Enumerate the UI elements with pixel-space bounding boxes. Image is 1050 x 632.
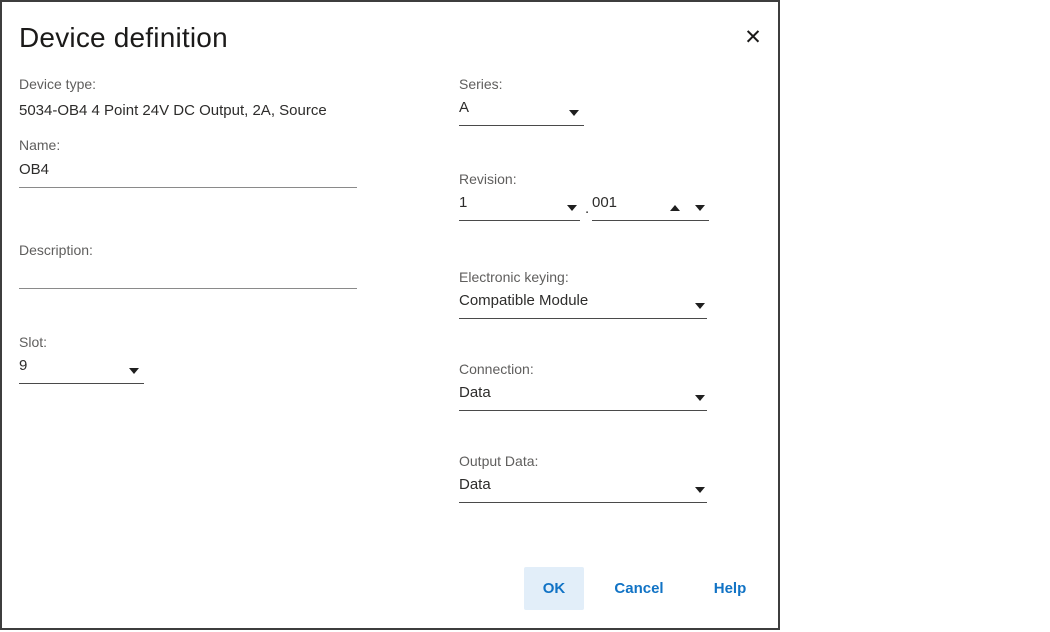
description-input[interactable]: [19, 263, 357, 289]
dropdown-arrow-icon: [695, 395, 705, 401]
revision-major-dropdown[interactable]: 1: [459, 192, 580, 221]
name-field: Name:: [19, 135, 357, 188]
spinner-up-icon[interactable]: [670, 205, 680, 211]
dialog-title: Device definition: [19, 22, 228, 54]
series-value: A: [459, 99, 469, 116]
close-icon[interactable]: ✕: [738, 22, 768, 52]
electronic-keying-label: Electronic keying:: [459, 267, 707, 287]
device-definition-dialog: Device definition ✕ Device type: 5034-OB…: [0, 0, 780, 630]
series-field: Series: A: [459, 74, 584, 126]
dropdown-arrow-icon: [569, 110, 579, 116]
revision-minor-spinner[interactable]: 001: [592, 192, 709, 221]
revision-major-field: Revision: 1: [459, 169, 580, 221]
revision-separator: .: [585, 200, 589, 217]
connection-dropdown[interactable]: Data: [459, 382, 707, 411]
device-type-field: Device type: 5034-OB4 4 Point 24V DC Out…: [19, 74, 439, 122]
connection-value: Data: [459, 384, 491, 401]
dropdown-arrow-icon: [567, 205, 577, 211]
name-input[interactable]: [19, 158, 357, 188]
dropdown-arrow-icon: [695, 303, 705, 309]
series-dropdown[interactable]: A: [459, 97, 584, 126]
ok-button[interactable]: OK: [524, 567, 584, 610]
dropdown-arrow-icon: [695, 487, 705, 493]
connection-field: Connection: Data: [459, 359, 707, 411]
connection-label: Connection:: [459, 359, 707, 379]
output-data-dropdown[interactable]: Data: [459, 474, 707, 503]
electronic-keying-dropdown[interactable]: Compatible Module: [459, 290, 707, 319]
electronic-keying-field: Electronic keying: Compatible Module: [459, 267, 707, 319]
output-data-label: Output Data:: [459, 451, 707, 471]
slot-label: Slot:: [19, 332, 144, 352]
cancel-button[interactable]: Cancel: [597, 567, 681, 610]
output-data-value: Data: [459, 476, 491, 493]
spinner-down-icon[interactable]: [695, 205, 705, 211]
description-label: Description:: [19, 240, 357, 260]
name-label: Name:: [19, 135, 357, 155]
dropdown-arrow-icon: [129, 368, 139, 374]
output-data-field: Output Data: Data: [459, 451, 707, 503]
slot-field: Slot: 9: [19, 332, 144, 384]
slot-value: 9: [19, 357, 27, 374]
device-type-value: 5034-OB4 4 Point 24V DC Output, 2A, Sour…: [19, 100, 439, 122]
revision-major-value: 1: [459, 194, 467, 211]
revision-minor-value: 001: [592, 194, 617, 211]
series-label: Series:: [459, 74, 584, 94]
device-type-label: Device type:: [19, 74, 439, 94]
revision-minor-field: 001: [592, 169, 709, 221]
slot-dropdown[interactable]: 9: [19, 355, 144, 384]
revision-label: Revision:: [459, 169, 580, 189]
help-button[interactable]: Help: [696, 567, 764, 610]
description-field: Description:: [19, 240, 357, 289]
electronic-keying-value: Compatible Module: [459, 292, 588, 309]
